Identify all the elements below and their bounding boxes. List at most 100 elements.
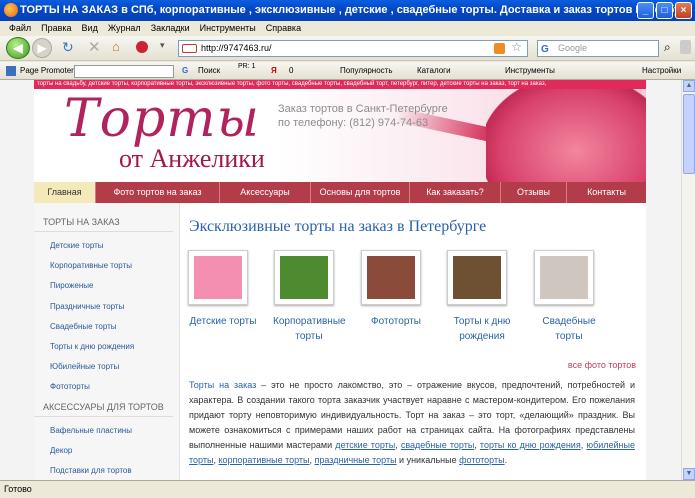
link-wedding-cakes[interactable]: свадебные торты: [401, 440, 474, 450]
minimize-button[interactable]: _: [637, 2, 654, 19]
counter-value: 0: [289, 66, 294, 75]
sidebar-item-pastries[interactable]: Пироженые: [34, 276, 179, 296]
scroll-down-icon[interactable]: ▼: [683, 468, 695, 480]
navigation-toolbar: ◀ ▶ ↻ ✕ ⌂ ▾ http://9747463.ru/ ☆ G Googl…: [0, 36, 695, 61]
page-promoter-label[interactable]: Page Promoter: [20, 62, 74, 80]
intro-paragraph: Торты на заказ – это не просто лакомство…: [189, 378, 635, 468]
scroll-thumb[interactable]: [683, 94, 695, 174]
thumb-birthday[interactable]: Торты к дню рождения: [446, 250, 518, 344]
menu-history[interactable]: Журнал: [103, 21, 146, 36]
menu-how-to-order[interactable]: Как заказать?: [410, 182, 501, 203]
stop-icon[interactable]: ✕: [88, 38, 101, 56]
thumb-kids-image[interactable]: [188, 250, 248, 305]
and-unique-text: и уникальные: [396, 455, 460, 465]
link-kids-cakes[interactable]: детские торты: [335, 440, 395, 450]
thumb-photo[interactable]: Фототорты: [360, 250, 432, 329]
link-photo-cakes[interactable]: фототорты: [459, 455, 504, 465]
forward-button[interactable]: ▶: [32, 38, 52, 58]
sidebar-item-photo[interactable]: Фототорты: [34, 377, 179, 397]
thumb-photo-image[interactable]: [361, 250, 421, 305]
thumb-corporate-image[interactable]: [274, 250, 334, 305]
menu-edit[interactable]: Правка: [36, 21, 76, 36]
addon-icon[interactable]: [136, 41, 148, 53]
thumb-wedding-image[interactable]: [534, 250, 594, 305]
cake-image: [486, 89, 646, 182]
maximize-button[interactable]: □: [656, 2, 673, 19]
menu-contacts[interactable]: Контакты: [567, 182, 646, 203]
site-header: Торты от Анжелики Заказ тортов в Санкт-П…: [34, 89, 646, 182]
logo-subtitle[interactable]: от Анжелики: [119, 144, 265, 174]
menu-help[interactable]: Справка: [261, 21, 306, 36]
thumb-birthday-label[interactable]: Торты к дню рождения: [446, 314, 518, 344]
rss-icon[interactable]: [494, 43, 505, 54]
page-viewport: торты на свадьбу, детские торты, корпора…: [0, 80, 681, 480]
search-input[interactable]: G Google: [537, 40, 659, 57]
vertical-scrollbar[interactable]: ▲ ▼: [681, 80, 695, 480]
window-title: ТОРТЫ НА ЗАКАЗ в СПб, корпоративные , эк…: [20, 4, 695, 16]
sidebar-item-decor[interactable]: Декор: [34, 441, 179, 461]
thumb-wedding[interactable]: Свадебные торты: [533, 250, 605, 344]
bookmark-star-icon[interactable]: ☆: [511, 40, 522, 55]
home-icon[interactable]: ⌂: [112, 39, 120, 54]
thumb-birthday-image[interactable]: [447, 250, 507, 305]
menu-bar: Файл Правка Вид Журнал Закладки Инструме…: [0, 21, 695, 36]
menu-view[interactable]: Вид: [77, 21, 103, 36]
sidebar-item-wedding[interactable]: Свадебные торты: [34, 317, 179, 337]
catalogs-button[interactable]: Каталоги: [417, 62, 451, 80]
menu-tools[interactable]: Инструменты: [195, 21, 261, 36]
close-button[interactable]: ×: [675, 2, 692, 19]
search-label[interactable]: Поиск: [198, 62, 220, 80]
extension-icon[interactable]: [680, 40, 691, 54]
sidebar-item-corporate[interactable]: Корпоративные торты: [34, 256, 179, 276]
link-birthday-cakes[interactable]: торты ко дню рождения: [480, 440, 581, 450]
phone-caption: Заказ тортов в Санкт-Петербурге: [278, 103, 448, 115]
link-corporate-cakes[interactable]: корпоративные торты: [218, 455, 309, 465]
menu-bases[interactable]: Основы для тортов: [311, 182, 410, 203]
status-bar: Готово: [0, 480, 695, 498]
sidebar-item-kids[interactable]: Детские торты: [34, 236, 179, 256]
sidebar-item-jubilee[interactable]: Юбилейные торты: [34, 357, 179, 377]
google-icon: G: [182, 66, 189, 75]
url-bar[interactable]: http://9747463.ru/ ☆: [178, 40, 528, 57]
link-holiday-cakes[interactable]: праздничные торты: [315, 455, 397, 465]
search-placeholder: Google: [558, 43, 588, 53]
menu-bookmarks[interactable]: Закладки: [146, 21, 195, 36]
thumb-kids-label[interactable]: Детские торты: [187, 314, 259, 329]
site-container: торты на свадьбу, детские торты, корпора…: [34, 80, 646, 480]
site-menu: Главная Фото тортов на заказ Аксессуары …: [34, 182, 646, 203]
reload-icon[interactable]: ↻: [62, 39, 74, 56]
popularity-button[interactable]: Популярность: [340, 62, 393, 80]
thumb-corporate-label[interactable]: Корпоративные торты: [273, 314, 346, 344]
sidebar-item-stands[interactable]: Подставки для тортов: [34, 461, 179, 480]
thumb-photo-label[interactable]: Фототорты: [360, 314, 432, 329]
search-go-icon[interactable]: ⌕: [664, 40, 671, 55]
menu-file[interactable]: Файл: [4, 21, 36, 36]
site-favicon: [182, 44, 197, 53]
sidebar-item-wafer[interactable]: Вафельные пластины: [34, 421, 179, 441]
phone-number: по телефону: (812) 974-74-63: [278, 117, 429, 129]
search-engine-icon[interactable]: G: [541, 42, 549, 57]
promoter-select[interactable]: [74, 65, 174, 78]
menu-photos[interactable]: Фото тортов на заказ: [96, 182, 220, 203]
thumb-kids[interactable]: Детские торты: [187, 250, 259, 329]
tags-strip: торты на свадьбу, детские торты, корпора…: [34, 80, 646, 89]
thumb-corporate[interactable]: Корпоративные торты: [273, 250, 346, 344]
all-photos-link[interactable]: все фото тортов: [568, 360, 636, 370]
tools-button[interactable]: Инструменты: [505, 62, 555, 80]
menu-home[interactable]: Главная: [34, 182, 96, 203]
link-cakes-to-order[interactable]: Торты на заказ: [189, 380, 256, 390]
page-title: Эксклюзивные торты на заказ в Петербурге: [189, 218, 487, 235]
firefox-icon: [4, 3, 18, 17]
menu-reviews[interactable]: Отзывы: [501, 182, 567, 203]
pr-label: PR: 1: [238, 63, 256, 70]
dropdown-icon[interactable]: ▾: [160, 40, 165, 51]
sidebar-item-holiday[interactable]: Праздничные торты: [34, 297, 179, 317]
scroll-up-icon[interactable]: ▲: [683, 80, 695, 92]
logo-title[interactable]: Торты: [64, 89, 260, 149]
thumb-wedding-label[interactable]: Свадебные торты: [533, 314, 605, 344]
yandex-icon: Я: [271, 66, 277, 75]
menu-accessories[interactable]: Аксессуары: [220, 182, 311, 203]
back-button[interactable]: ◀: [6, 37, 30, 59]
settings-button[interactable]: Настройки: [642, 62, 681, 80]
sidebar-item-birthday[interactable]: Торты к дню рождения: [34, 337, 179, 357]
